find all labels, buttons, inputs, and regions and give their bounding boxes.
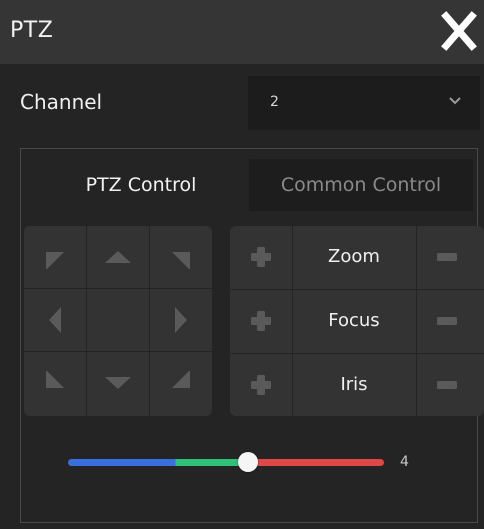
zoom-in-button[interactable] <box>230 226 292 288</box>
grid-divider <box>24 288 212 289</box>
grid-divider <box>416 226 417 416</box>
focus-near-button[interactable] <box>230 290 292 352</box>
grid-divider <box>230 353 484 354</box>
title-bar: PTZ <box>0 0 484 64</box>
speed-slider[interactable] <box>68 452 384 472</box>
direction-pad <box>24 226 212 416</box>
speed-slider-thumb[interactable] <box>238 452 259 472</box>
arrow-left-icon <box>49 307 61 333</box>
arrow-up-right-icon <box>172 252 190 269</box>
ptz-dialog: PTZ Channel 2 PTZ Control Common Control <box>0 0 484 529</box>
pan-right-button[interactable] <box>150 289 212 351</box>
iris-row: Iris <box>230 354 484 416</box>
grid-divider <box>292 226 293 416</box>
pan-up-button[interactable] <box>87 226 149 288</box>
pan-up-right-button[interactable] <box>150 226 212 288</box>
focus-far-button[interactable] <box>416 290 478 352</box>
channel-select[interactable]: 2 <box>248 76 480 130</box>
arrow-up-left-icon <box>46 252 64 269</box>
tab-common-control[interactable]: Common Control <box>249 159 473 211</box>
focus-label: Focus <box>328 310 380 331</box>
arrow-up-icon <box>105 251 131 263</box>
pan-down-button[interactable] <box>87 352 149 414</box>
pan-down-left-button[interactable] <box>24 352 86 414</box>
grid-divider <box>149 226 150 416</box>
lens-controls: Zoom Focus Iris <box>230 226 484 416</box>
iris-label: Iris <box>340 374 368 395</box>
speed-slider-track <box>68 459 384 466</box>
minus-icon <box>437 253 457 261</box>
dialog-title: PTZ <box>10 18 54 43</box>
grid-divider <box>230 289 484 290</box>
close-button[interactable] <box>438 8 480 54</box>
pan-down-right-button[interactable] <box>150 352 212 414</box>
plus-icon <box>251 311 271 331</box>
channel-value: 2 <box>270 94 279 110</box>
zoom-row: Zoom <box>230 226 484 288</box>
chevron-down-icon <box>449 97 461 105</box>
grid-divider <box>86 226 87 416</box>
arrow-down-left-icon <box>46 371 64 388</box>
grid-divider <box>24 351 212 352</box>
channel-label: Channel <box>20 90 103 114</box>
speed-value: 4 <box>400 454 409 470</box>
arrow-down-right-icon <box>172 371 190 388</box>
minus-icon <box>437 317 457 325</box>
iris-open-button[interactable] <box>230 354 292 416</box>
plus-icon <box>251 247 271 267</box>
arrow-down-icon <box>105 377 131 389</box>
zoom-label: Zoom <box>328 246 380 267</box>
arrow-right-icon <box>175 307 187 333</box>
focus-row: Focus <box>230 290 484 352</box>
plus-icon <box>251 375 271 395</box>
tab-ptz-control[interactable]: PTZ Control <box>29 159 253 211</box>
pan-left-button[interactable] <box>24 289 86 351</box>
pan-center <box>87 289 149 351</box>
close-icon <box>441 11 477 51</box>
iris-close-button[interactable] <box>416 354 478 416</box>
pan-up-left-button[interactable] <box>24 226 86 288</box>
minus-icon <box>437 381 457 389</box>
zoom-out-button[interactable] <box>416 226 478 288</box>
